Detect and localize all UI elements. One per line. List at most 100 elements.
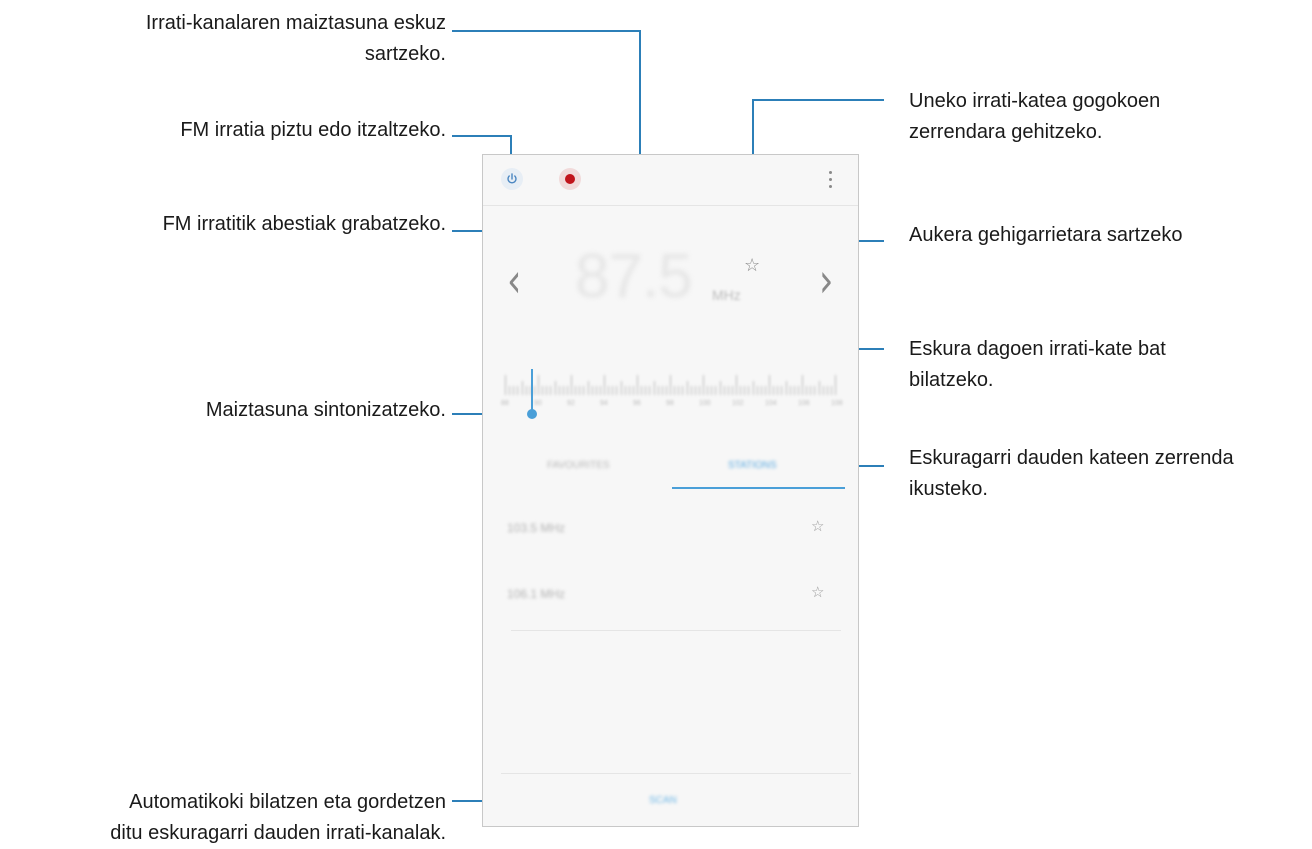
dial-tick bbox=[703, 375, 704, 395]
dial-tick bbox=[554, 381, 556, 395]
dial-tick bbox=[591, 386, 593, 395]
dial-tick bbox=[665, 386, 667, 395]
callout-tune: Maiztasuna sintonizatzeko. bbox=[206, 395, 446, 426]
frequency-unit: MHz bbox=[712, 287, 741, 303]
dial-label: 88 bbox=[501, 400, 509, 407]
callout-text: sartzeko. bbox=[364, 43, 446, 65]
dial-tick bbox=[756, 386, 758, 395]
callout-text: Eskura dagoen irrati-kate bat bbox=[909, 338, 1166, 360]
tuner-needle[interactable] bbox=[531, 369, 533, 413]
leader-power bbox=[452, 135, 512, 137]
callout-text: Uneko irrati-katea gogokoen bbox=[909, 90, 1161, 112]
dial-tick bbox=[558, 386, 560, 395]
dial-tick bbox=[661, 386, 663, 395]
frequency-dial[interactable]: 88 90 92 94 96 98 100 102 104 106 108 bbox=[501, 367, 843, 407]
dial-tick bbox=[509, 386, 511, 395]
callout-text: FM irratia piztu edo itzaltzeko. bbox=[180, 119, 446, 141]
dial-tick bbox=[525, 386, 527, 395]
chevron-right-icon[interactable]: › bbox=[819, 255, 833, 308]
dial-tick bbox=[793, 386, 795, 395]
dial-label: 96 bbox=[633, 400, 641, 407]
record-button[interactable] bbox=[559, 168, 581, 190]
callout-text: FM irratitik abestiak grabatzeko. bbox=[162, 213, 446, 235]
dial-tick bbox=[686, 381, 688, 395]
dial-tick bbox=[575, 386, 577, 395]
dial-tick bbox=[550, 386, 552, 395]
dial-tick bbox=[583, 386, 585, 395]
dial-tick bbox=[616, 386, 618, 395]
dial-tick bbox=[707, 386, 709, 395]
radio-app-screen: ‹ › 87.5 MHz ☆ 88 90 92 94 96 98 100 102 104 106 1… bbox=[482, 154, 859, 827]
star-outline-icon[interactable]: ☆ bbox=[744, 255, 760, 276]
dial-tick bbox=[533, 386, 535, 395]
dial-tick bbox=[620, 381, 622, 395]
dial-label: 108 bbox=[831, 400, 843, 407]
callout-text: Aukera gehigarrietara sartzeko bbox=[909, 224, 1183, 246]
dial-tick bbox=[830, 386, 832, 395]
dial-tick bbox=[760, 386, 762, 395]
chevron-left-icon[interactable]: ‹ bbox=[507, 255, 521, 308]
tab-stations[interactable]: STATIONS bbox=[728, 460, 777, 471]
dial-tick bbox=[571, 375, 572, 395]
dial-tick bbox=[752, 381, 754, 395]
dial-label: 90 bbox=[534, 400, 542, 407]
dial-tick bbox=[818, 381, 820, 395]
dial-tick bbox=[579, 386, 581, 395]
station-item[interactable]: 106.1 MHz bbox=[507, 587, 565, 601]
callout-manual-frequency: Irrati-kanalaren maiztasuna eskuz sartze… bbox=[146, 8, 446, 70]
callout-text: bilatzeko. bbox=[909, 369, 994, 391]
dial-tick bbox=[835, 375, 836, 395]
callout-text: Irrati-kanalaren maiztasuna eskuz bbox=[145, 12, 446, 34]
dial-tick bbox=[608, 386, 610, 395]
dial-tick bbox=[715, 386, 717, 395]
dial-tick bbox=[810, 386, 812, 395]
dial-tick bbox=[521, 381, 523, 395]
tuner-handle[interactable] bbox=[527, 409, 537, 419]
power-button[interactable] bbox=[501, 168, 523, 190]
dial-tick bbox=[773, 386, 775, 395]
dial-label: 106 bbox=[798, 400, 810, 407]
callout-search: Eskura dagoen irrati-kate bat bilatzeko. bbox=[909, 334, 1166, 396]
callout-power: FM irratia piztu edo itzaltzeko. bbox=[180, 115, 446, 146]
dial-label: 102 bbox=[732, 400, 744, 407]
dial-tick bbox=[769, 375, 770, 395]
more-options-icon[interactable] bbox=[829, 171, 833, 191]
star-outline-icon[interactable]: ☆ bbox=[811, 517, 824, 535]
dial-label: 94 bbox=[600, 400, 608, 407]
dial-tick bbox=[657, 386, 659, 395]
dial-label: 92 bbox=[567, 400, 575, 407]
callout-text: ditu eskuragarri dauden irrati-kanalak. bbox=[110, 822, 446, 844]
callout-record: FM irratitik abestiak grabatzeko. bbox=[163, 209, 446, 240]
list-divider bbox=[511, 630, 841, 631]
dial-tick bbox=[546, 386, 548, 395]
star-outline-icon[interactable]: ☆ bbox=[811, 583, 824, 601]
callout-favorite: Uneko irrati-katea gogokoen zerrendara g… bbox=[909, 86, 1160, 148]
leader-manual-frequency bbox=[452, 30, 641, 32]
dial-tick bbox=[744, 386, 746, 395]
scan-button[interactable]: SCAN bbox=[649, 795, 677, 806]
callout-text: Automatikoki bilatzen eta gordetzen bbox=[129, 791, 446, 813]
dial-tick bbox=[690, 386, 692, 395]
tab-favourites[interactable]: FAVOURITES bbox=[547, 460, 610, 471]
dial-tick bbox=[826, 386, 828, 395]
frequency-display[interactable]: 87.5 bbox=[575, 241, 693, 312]
dial-tick bbox=[542, 386, 544, 395]
top-divider bbox=[483, 205, 858, 206]
station-item[interactable]: 103.5 MHz bbox=[507, 521, 565, 535]
dial-tick bbox=[789, 386, 791, 395]
dial-tick bbox=[538, 375, 539, 395]
dial-tick bbox=[797, 386, 799, 395]
radio-top-bar bbox=[483, 155, 858, 205]
dial-tick bbox=[562, 386, 564, 395]
callout-station-list: Eskuragarri dauden kateen zerrenda ikust… bbox=[909, 443, 1234, 505]
dial-tick bbox=[628, 386, 630, 395]
callout-text: Maiztasuna sintonizatzeko. bbox=[205, 399, 446, 421]
dial-tick bbox=[678, 386, 680, 395]
dial-label: 98 bbox=[666, 400, 674, 407]
dial-tick bbox=[694, 386, 696, 395]
dial-tick bbox=[736, 375, 737, 395]
dial-tick bbox=[649, 386, 651, 395]
dial-tick bbox=[641, 386, 643, 395]
callout-text: zerrendara gehitzeko. bbox=[909, 121, 1103, 143]
power-icon bbox=[507, 173, 517, 184]
